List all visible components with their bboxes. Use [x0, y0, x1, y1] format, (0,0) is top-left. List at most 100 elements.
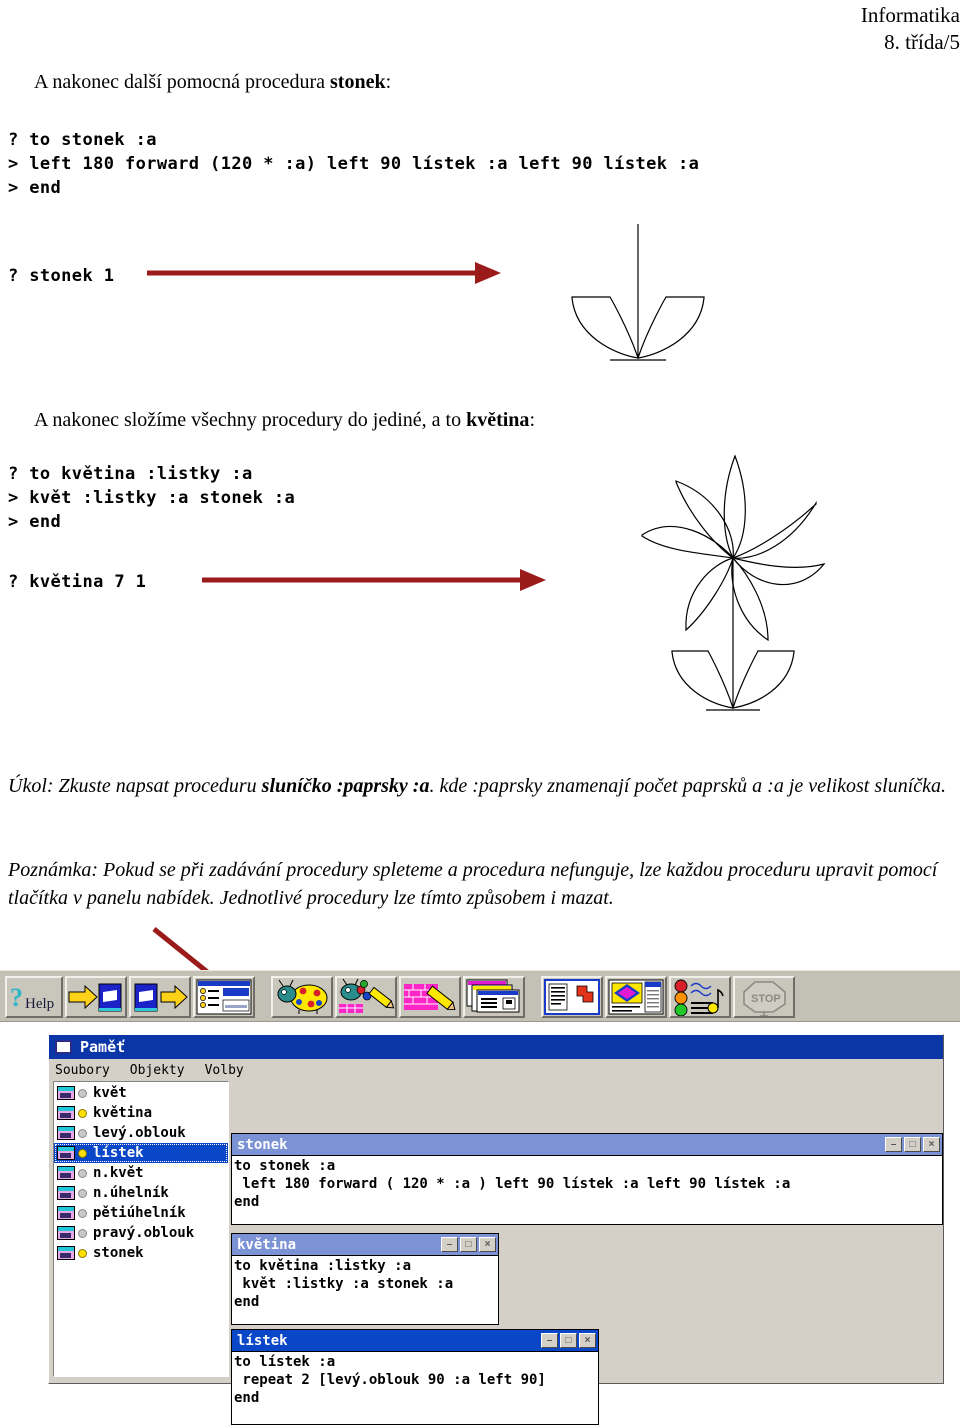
editor-title-text: květina [237, 1236, 297, 1253]
stop-sign-icon: STOP [743, 981, 786, 1016]
status-dot [78, 1108, 87, 1118]
task-paragraph: Úkol: Zkuste napsat proceduru sluníčko :… [8, 772, 952, 800]
arrow-into-book-icon [68, 983, 122, 1012]
text-shape-icon [544, 979, 600, 1015]
window-icon [55, 1040, 72, 1054]
list-item[interactable]: n.květ [54, 1163, 228, 1183]
list-window-icon [196, 979, 252, 1015]
red-arrow-stonek [147, 262, 501, 284]
procedure-icon [57, 1186, 75, 1200]
minimize-button[interactable]: – [441, 1237, 458, 1252]
status-dot [78, 1088, 87, 1098]
image-list-icon [608, 979, 664, 1015]
pages-button[interactable] [463, 976, 525, 1018]
procedure-icon [57, 1126, 75, 1140]
editor-window-stonek[interactable]: stonek – □ × to stonek :a left 180 forwa… [231, 1133, 943, 1225]
close-button[interactable]: × [579, 1333, 596, 1348]
minimize-button[interactable]: – [885, 1137, 902, 1152]
image-object-button[interactable] [605, 976, 667, 1018]
paint-button[interactable] [399, 976, 461, 1018]
window-buttons: – □ × [441, 1237, 498, 1252]
list-item-selected[interactable]: lístek [54, 1143, 228, 1163]
maximize-button[interactable]: □ [560, 1333, 577, 1348]
code-block-kvetina: ? to květina :listky :a > květ :listky :… [8, 464, 296, 532]
list-item[interactable]: levý.oblouk [54, 1123, 228, 1143]
procedure-icon [57, 1246, 75, 1260]
editor-code-kvetina[interactable]: to květina :listky :a květ :listky :a st… [232, 1255, 498, 1313]
editor-window-kvetina[interactable]: květina – □ × to květina :listky :a květ… [231, 1233, 499, 1325]
header-subject: Informatika [860, 3, 960, 27]
task-text-post: . kde :paprsky znamenají počet paprsků a… [429, 775, 947, 797]
call-kvetina: ? květina 7 1 [8, 572, 147, 592]
maximize-button[interactable]: □ [904, 1137, 921, 1152]
bricks-pencil-icon [404, 984, 456, 1011]
editor-title-text: stonek [237, 1136, 288, 1153]
procedure-list[interactable]: květ květina levý.oblouk lístek n.květ n… [53, 1081, 229, 1377]
help-button[interactable]: ? Help [5, 976, 63, 1018]
task-term: sluníčko :paprsky :a [261, 775, 430, 797]
sound-button[interactable] [669, 976, 731, 1018]
stop-label: STOP [751, 993, 781, 1005]
turtle-button[interactable] [271, 976, 333, 1018]
toolbar-separator-2 [527, 976, 537, 1018]
editor-code-listek[interactable]: to lístek :a repeat 2 [levý.oblouk 90 :a… [232, 1351, 598, 1409]
text-object-button[interactable] [541, 976, 603, 1018]
procedure-label: levý.oblouk [93, 1125, 186, 1141]
procedure-icon [57, 1226, 75, 1240]
status-dot [78, 1188, 87, 1198]
minimize-button[interactable]: – [541, 1333, 558, 1348]
editor-title-text: lístek [237, 1332, 288, 1349]
question-help-icon: ? Help [10, 983, 54, 1012]
header-grade: 8. třída/5 [884, 30, 960, 54]
procedure-label: n.úhelník [93, 1185, 169, 1201]
status-dot [78, 1208, 87, 1218]
list-item[interactable]: pětiúhelník [54, 1203, 228, 1223]
intro-kvetina-term: květina [466, 409, 530, 431]
list-item[interactable]: stonek [54, 1243, 228, 1263]
editor-title-bar-listek[interactable]: lístek – □ × [232, 1330, 598, 1351]
close-button[interactable]: × [479, 1237, 496, 1252]
menu-item-volby[interactable]: Volby [205, 1063, 244, 1078]
editor-window-listek[interactable]: lístek – □ × to lístek :a repeat 2 [levý… [231, 1329, 599, 1425]
procedure-icon [57, 1106, 75, 1120]
open-file-button[interactable] [65, 976, 127, 1018]
window-buttons: – □ × [885, 1137, 942, 1152]
list-item[interactable]: pravý.oblouk [54, 1223, 228, 1243]
menu-item-objekty[interactable]: Objekty [130, 1063, 185, 1078]
procedure-label: lístek [93, 1145, 144, 1161]
intro-stonek-term: stonek [330, 71, 386, 93]
turtle-paint-button[interactable] [335, 976, 397, 1018]
save-file-button[interactable] [129, 976, 191, 1018]
pamet-body: květ květina levý.oblouk lístek n.květ n… [49, 1081, 943, 1425]
svg-text:Help: Help [25, 996, 54, 1012]
book-out-arrow-icon [134, 983, 188, 1012]
status-dot [78, 1128, 87, 1138]
turtle-drawing-stem [571, 224, 705, 361]
list-item[interactable]: květina [54, 1103, 228, 1123]
procedure-label: květina [93, 1105, 153, 1121]
editor-title-bar-kvetina[interactable]: květina – □ × [232, 1234, 498, 1255]
menu-item-soubory[interactable]: Soubory [55, 1063, 110, 1078]
maximize-button[interactable]: □ [460, 1237, 477, 1252]
editor-code-stonek[interactable]: to stonek :a left 180 forward ( 120 * :a… [232, 1155, 942, 1213]
pamet-title-bar[interactable]: Paměť [49, 1035, 943, 1059]
red-arrow-kvetina [202, 569, 546, 591]
status-dot [78, 1228, 87, 1238]
procedure-label: květ [93, 1085, 127, 1101]
edit-procedure-button[interactable] [193, 976, 255, 1018]
procedure-icon [57, 1166, 75, 1180]
stop-button[interactable]: STOP [733, 976, 795, 1018]
status-dot [78, 1148, 87, 1158]
close-button[interactable]: × [923, 1137, 940, 1152]
editor-title-bar-stonek[interactable]: stonek – □ × [232, 1134, 942, 1155]
list-item[interactable]: květ [54, 1083, 228, 1103]
pages-stack-icon [466, 979, 520, 1013]
list-item[interactable]: n.úhelník [54, 1183, 228, 1203]
intro-kvetina-text-post: : [529, 409, 535, 431]
ladybug-icon [277, 979, 328, 1014]
procedure-label: n.květ [93, 1165, 144, 1181]
application-toolbar: ? Help STOP [0, 970, 960, 1022]
code-block-stonek: ? to stonek :a > left 180 forward (120 *… [8, 130, 700, 198]
intro-stonek-text-post: : [385, 71, 392, 93]
turtle-drawing-flower [641, 454, 826, 711]
